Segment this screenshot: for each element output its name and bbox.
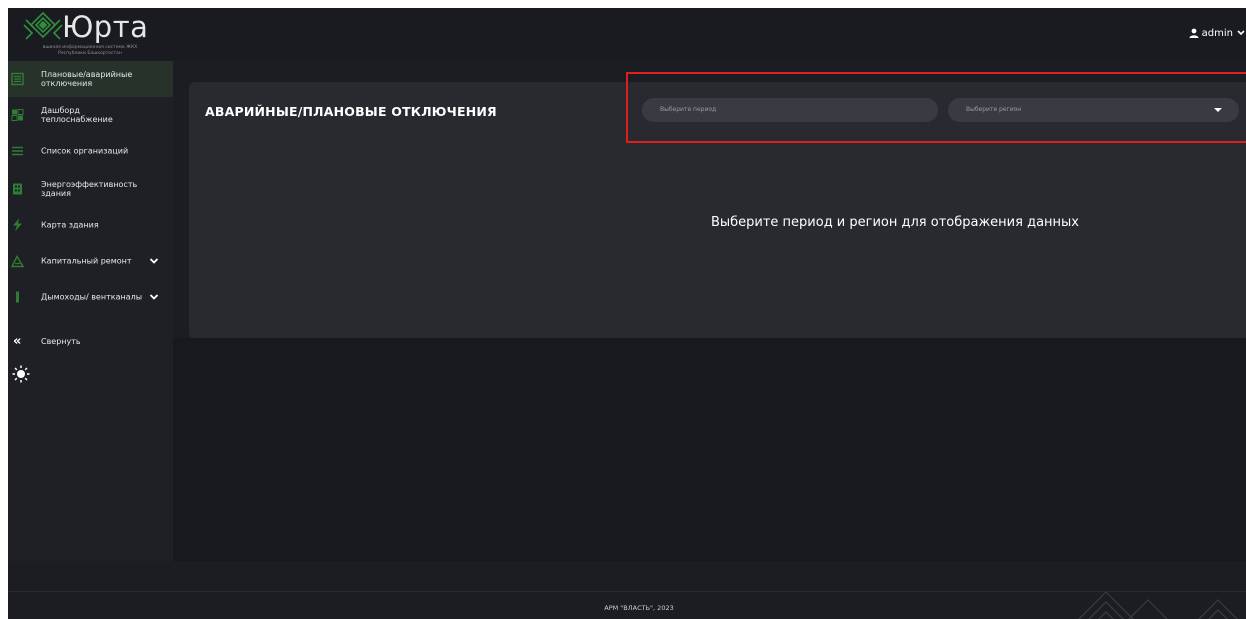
user-name: admin [1201, 27, 1233, 39]
chevron-down-icon[interactable] [149, 292, 159, 302]
sidebar-item-label: Энергоэффективность здания [41, 180, 138, 198]
chevron-down-icon[interactable] [149, 256, 159, 266]
sidebar-item-chimneys[interactable]: Дымоходы/ вентканалы [8, 279, 173, 315]
footer-copyright: АРМ "ВЛАСТЬ", 2023 [604, 604, 674, 612]
empty-state-message: Выберите период и регион для отображения… [710, 215, 1079, 230]
sidebar-item-label: Карта здания [41, 220, 99, 230]
user-icon [1189, 28, 1199, 38]
user-menu[interactable]: admin [1189, 26, 1246, 40]
sidebar-item-organizations[interactable]: Список организаций [8, 133, 173, 169]
repair-icon [11, 255, 24, 268]
page-title: АВАРИЙНЫЕ/ПЛАНОВЫЕ ОТКЛЮЧЕНИЯ [205, 104, 497, 119]
outages-card: АВАРИЙНЫЕ/ПЛАНОВЫЕ ОТКЛЮЧЕНИЯ Выберите п… [189, 72, 1246, 339]
sidebar-item-outages[interactable]: Плановые/аварийные отключения [8, 61, 173, 97]
double-chevron-left-icon: « [13, 334, 22, 349]
logo-icon [23, 11, 63, 40]
sidebar-item-label: Дашборд теплоснабжение [41, 106, 113, 124]
sidebar-item-capital-repair[interactable]: Капитальный ремонт [8, 243, 173, 279]
chevron-down-icon [1237, 30, 1245, 36]
footer: АРМ "ВЛАСТЬ", 2023 [8, 591, 1246, 619]
collapse-sidebar-button[interactable]: « Свернуть [8, 334, 173, 350]
app-window: Юрта вшиная информационная система ЖКХ Р… [8, 8, 1246, 619]
sidebar-item-building-map[interactable]: Карта здания [8, 207, 173, 243]
collapse-label: Свернуть [41, 337, 81, 346]
content-area [173, 338, 1246, 561]
dashboard-icon [11, 109, 24, 122]
logo-subtitle: вшиная информационная система ЖКХ Респуб… [8, 45, 172, 57]
sidebar-item-energy-efficiency[interactable]: Энергоэффективность здания [8, 171, 173, 207]
sidebar: Плановые/аварийные отключения Дашборд те… [8, 61, 173, 561]
sidebar-item-label: Плановые/аварийные отключения [41, 70, 133, 88]
sidebar-item-label: Дымоходы/ вентканалы [41, 292, 143, 302]
sidebar-item-heat-dashboard[interactable]: Дашборд теплоснабжение [8, 97, 173, 133]
logo-subtitle-line2: Республики Башкортостан [58, 51, 122, 56]
building-icon [11, 183, 24, 196]
sun-icon[interactable] [12, 365, 30, 383]
header: Юрта вшиная информационная система ЖКХ Р… [8, 8, 1246, 61]
filters-highlight-box [626, 72, 1246, 143]
list-icon [11, 145, 24, 158]
outage-icon [11, 72, 24, 86]
logo-title: Юрта [62, 10, 149, 44]
sidebar-item-label: Капитальный ремонт [41, 256, 132, 266]
chimney-icon [11, 291, 24, 304]
lightning-icon [11, 218, 24, 232]
sidebar-item-label: Список организаций [41, 146, 129, 156]
ornament-icon [1078, 592, 1238, 619]
